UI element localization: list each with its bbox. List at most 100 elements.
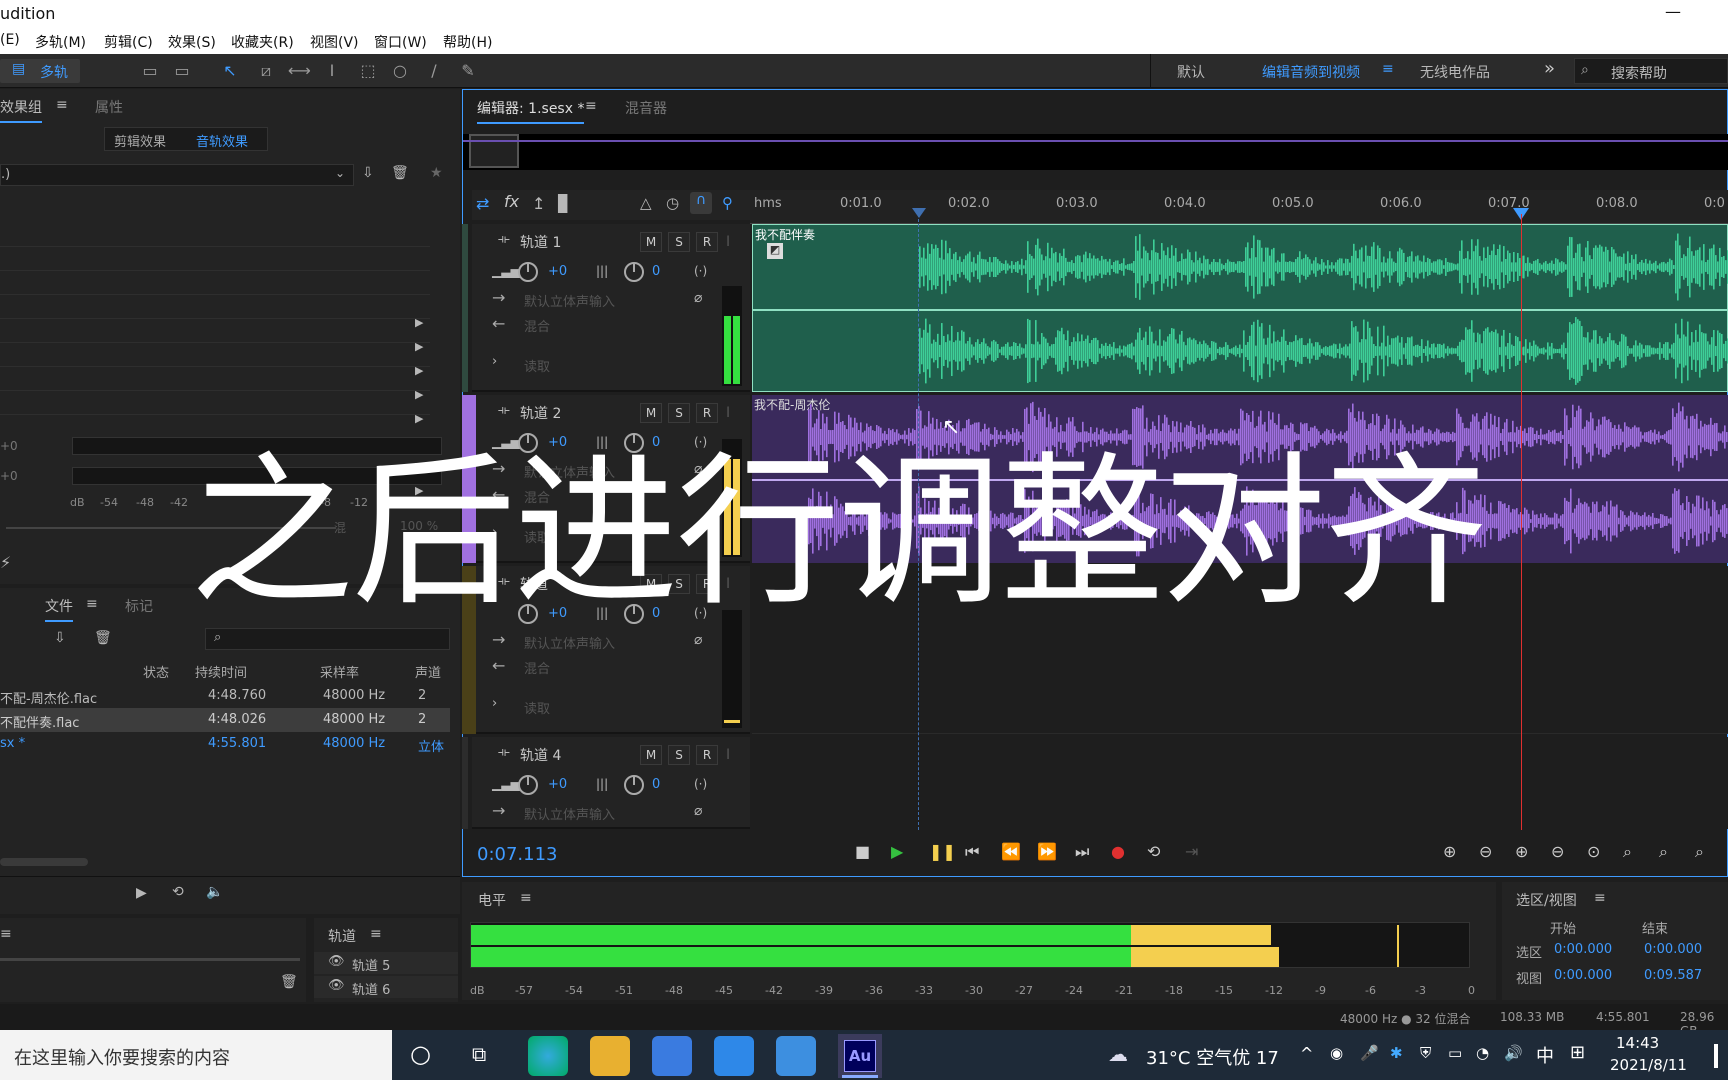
input-select[interactable]: 默认立体声输入	[524, 633, 615, 652]
menu-window[interactable]: 窗口(W)	[374, 32, 427, 52]
audition-taskbar-button[interactable]: Au	[838, 1034, 882, 1078]
healing-icon[interactable]: ✎	[458, 61, 478, 81]
zoom-reset-icon[interactable]: ⌕	[1695, 842, 1704, 862]
task-view-icon[interactable]: ⧉	[472, 1042, 486, 1066]
show-desktop-button[interactable]	[1714, 1044, 1718, 1068]
record-arm-button[interactable]: R	[696, 232, 718, 252]
selection-end[interactable]: 0:00.000	[1644, 942, 1702, 957]
metronome-icon[interactable]: △	[640, 194, 652, 212]
mute-button[interactable]: M	[640, 745, 662, 765]
tab-editor[interactable]: 编辑器: 1.sesx *	[477, 98, 585, 124]
more-workspaces-icon[interactable]: »	[1544, 58, 1555, 79]
marker-pin-icon[interactable]: ⚲	[722, 194, 733, 212]
file-row[interactable]: 不配伴奏.flac 4:48.026 48000 Hz 2	[0, 708, 450, 732]
wifi-icon[interactable]: ◔	[1476, 1044, 1489, 1062]
security-icon[interactable]: ⛨	[1420, 1044, 1431, 1062]
menu-effects[interactable]: 效果(S)	[168, 32, 216, 52]
panel-menu-icon[interactable]: ≡	[86, 596, 98, 612]
brush-icon[interactable]: /	[424, 61, 444, 81]
output-select[interactable]: 混合	[524, 658, 550, 677]
slot-expand-icon[interactable]: ▶	[415, 340, 423, 353]
automation-select[interactable]: 读取	[524, 698, 550, 717]
eye-icon[interactable]: 👁	[328, 978, 345, 993]
volume-knob[interactable]	[518, 775, 538, 795]
ime-indicator[interactable]: 中	[1536, 1042, 1554, 1068]
tab-track-effects[interactable]: 音轨效果	[196, 131, 248, 150]
time-ruler[interactable]: hms 0:01.0 0:02.0 0:03.0 0:04.0 0:05.0 0…	[750, 190, 1728, 224]
clock-time[interactable]: 14:43	[1616, 1034, 1659, 1052]
zoom-in-time-icon[interactable]: ⊕	[1515, 842, 1528, 861]
phase-invert-icon[interactable]: ⌀	[694, 632, 702, 648]
move-tool-icon[interactable]: ↖	[220, 61, 240, 81]
menu-help[interactable]: 帮助(H)	[443, 32, 492, 52]
loop-icon[interactable]: ⟲	[172, 884, 184, 900]
fx-icon[interactable]: fx	[504, 192, 519, 211]
input-monitor-icon[interactable]: I	[726, 234, 730, 250]
panel-menu-icon[interactable]: ≡	[520, 890, 532, 906]
input-monitor-icon[interactable]: I	[726, 747, 730, 763]
panel-menu-icon[interactable]: ≡	[1594, 890, 1606, 906]
tab-effects-rack[interactable]: 效果组	[0, 97, 42, 123]
record-icon[interactable]: ●	[1111, 842, 1125, 861]
stop-icon[interactable]: ■	[855, 842, 870, 861]
tab-mixer[interactable]: 混音器	[625, 98, 667, 118]
track-list-item[interactable]: 👁 轨道 6	[314, 976, 458, 998]
minimize-icon[interactable]: —	[1665, 2, 1681, 21]
slot-expand-icon[interactable]: ▶	[415, 388, 423, 401]
store-icon[interactable]	[652, 1036, 692, 1076]
feishu-icon[interactable]	[776, 1036, 816, 1076]
eye-icon[interactable]: 👁	[328, 954, 345, 969]
marquee-icon[interactable]: ⬚	[358, 61, 378, 81]
stereo-icon[interactable]: (·)	[694, 264, 707, 278]
volume-knob[interactable]	[518, 262, 538, 282]
zoom-selection-icon[interactable]: ⌕	[1623, 842, 1632, 862]
expand-icon[interactable]: ›	[492, 354, 497, 369]
pause-icon[interactable]: ❚❚	[929, 842, 956, 861]
cortana-icon[interactable]: ○	[410, 1040, 431, 1068]
slot-expand-icon[interactable]: ▶	[415, 412, 423, 425]
tab-properties[interactable]: 属性	[95, 97, 123, 117]
zoom-full-icon[interactable]: ⊙	[1587, 842, 1600, 861]
stereo-icon[interactable]: (·)	[694, 777, 707, 791]
edge-icon[interactable]	[528, 1036, 568, 1076]
zoom-out-amplitude-icon[interactable]: ⊖	[1479, 842, 1492, 861]
play-icon[interactable]: ▶	[891, 842, 903, 861]
bluetooth-icon[interactable]: ✱	[1390, 1044, 1403, 1062]
solo-button[interactable]: S	[668, 403, 690, 423]
solo-button[interactable]: S	[668, 745, 690, 765]
expand-icon[interactable]: ›	[492, 696, 497, 711]
autoplay-icon[interactable]: 🔈	[206, 884, 223, 900]
clock-date[interactable]: 2021/8/11	[1610, 1056, 1687, 1074]
snap-icon[interactable]: ∩	[690, 192, 712, 214]
mute-button[interactable]: M	[640, 403, 662, 423]
delete-file-icon[interactable]: 🗑	[94, 630, 112, 646]
workspace-video[interactable]: 编辑音频到视频	[1262, 62, 1360, 82]
tray-app-icon[interactable]: ◉	[1330, 1044, 1343, 1062]
pan-knob[interactable]	[624, 262, 644, 282]
taskbar-search[interactable]: 在这里输入你要搜索的内容	[0, 1030, 392, 1080]
razor-tool-icon[interactable]: ⧄	[256, 61, 276, 81]
workspace-menu-icon[interactable]: ≡	[1382, 61, 1394, 77]
slip-tool-icon[interactable]: ⟷	[288, 61, 311, 81]
workspace-default[interactable]: 默认	[1177, 62, 1205, 82]
lasso-icon[interactable]: ○	[390, 61, 410, 81]
skip-start-icon[interactable]: ⏮	[965, 842, 979, 862]
files-scrollbar[interactable]	[0, 858, 88, 866]
panel-menu-icon[interactable]: ≡	[56, 97, 68, 113]
battery-icon[interactable]: ▭	[1448, 1044, 1462, 1062]
swap-icon[interactable]: ⇄	[476, 194, 489, 213]
time-display[interactable]: 0:07.113	[477, 844, 558, 865]
record-arm-button[interactable]: R	[696, 403, 718, 423]
time-selection-icon[interactable]: I	[322, 61, 342, 81]
menu-edit[interactable]: (E)	[0, 32, 20, 48]
loop-icon[interactable]: ⟲	[1147, 842, 1160, 861]
input-select[interactable]: 默认立体声输入	[524, 804, 615, 823]
send-icon[interactable]: ↥	[532, 194, 545, 213]
view-end[interactable]: 0:09.587	[1644, 968, 1702, 983]
search-help-field[interactable]: ⌕ 搜索帮助	[1574, 58, 1728, 84]
zoom-out-time-icon[interactable]: ⊖	[1551, 842, 1564, 861]
overview-bar[interactable]	[463, 134, 1728, 170]
view-start[interactable]: 0:00.000	[1554, 968, 1612, 983]
favorite-star-icon[interactable]: ★	[430, 165, 443, 181]
waveform-view-icon[interactable]: ▭	[140, 61, 160, 81]
